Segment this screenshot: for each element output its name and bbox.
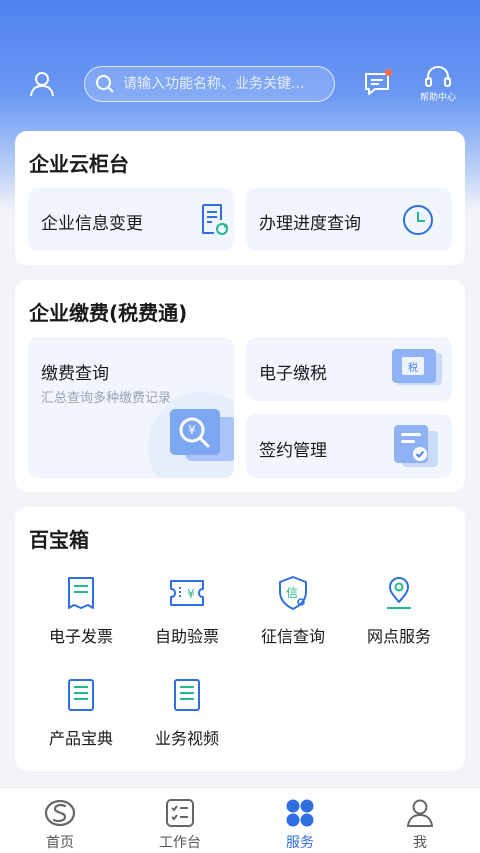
person-icon bbox=[406, 799, 434, 827]
bottom-tab-bar: 首页 工作台 服务 我 bbox=[0, 787, 480, 853]
checklist-icon bbox=[166, 799, 194, 827]
notification-dot bbox=[385, 69, 392, 76]
cloud-counter-card: 企业云柜台 企业信息变更 办理进度查询 bbox=[15, 131, 465, 265]
toolbox-item-branch-service[interactable]: 网点服务 bbox=[345, 573, 453, 647]
user-icon bbox=[30, 72, 54, 97]
product-book-icon bbox=[68, 679, 94, 711]
invoice-icon bbox=[68, 577, 94, 609]
bank-logo-icon bbox=[44, 799, 76, 827]
cloud-counter-title: 企业云柜台 bbox=[29, 152, 129, 176]
toolbox-item-product-guide[interactable]: 产品宝典 bbox=[27, 675, 135, 749]
tile-label: 办理进度查询 bbox=[259, 214, 361, 234]
help-center-button[interactable]: 帮助中心 bbox=[416, 62, 460, 106]
toolbox-title: 百宝箱 bbox=[29, 528, 89, 552]
toolbox-item-label: 网点服务 bbox=[366, 627, 431, 646]
video-doc-icon bbox=[174, 679, 200, 711]
toolbox-item-label: 电子发票 bbox=[48, 627, 113, 646]
toolbox-item-label: 自助验票 bbox=[154, 627, 219, 646]
tile-progress-query[interactable]: 办理进度查询 bbox=[246, 188, 452, 251]
location-pin-icon bbox=[387, 577, 411, 609]
tile-contract-management[interactable]: 签约管理 bbox=[246, 414, 452, 478]
toolbox-item-credit-query[interactable]: 信 征信查询 bbox=[239, 573, 347, 647]
search-icon bbox=[96, 75, 114, 93]
tab-label: 我 bbox=[413, 835, 427, 851]
toolbox-item-self-verify[interactable]: ¥ 自助验票 bbox=[133, 573, 241, 647]
tab-workbench[interactable]: 工作台 bbox=[120, 788, 240, 853]
tax-ticket-icon: 税 bbox=[392, 349, 442, 385]
svg-text:¥: ¥ bbox=[188, 423, 196, 437]
search-input[interactable] bbox=[123, 76, 323, 92]
help-center-label: 帮助中心 bbox=[419, 93, 456, 103]
yen-glyph: ¥ bbox=[187, 587, 195, 601]
tab-me[interactable]: 我 bbox=[360, 788, 480, 853]
toolbox-item-business-video[interactable]: 业务视频 bbox=[133, 675, 241, 749]
tile-label: 企业信息变更 bbox=[41, 214, 143, 234]
credit-glyph: 信 bbox=[286, 586, 298, 600]
tab-label: 首页 bbox=[46, 835, 74, 851]
profile-button[interactable] bbox=[24, 66, 60, 102]
credit-shield-icon: 信 bbox=[279, 576, 307, 610]
toolbox-item-label: 征信查询 bbox=[260, 627, 325, 646]
search-money-icon: ¥ bbox=[170, 409, 234, 461]
top-bar: 帮助中心 bbox=[0, 62, 480, 106]
toolbox-item-label: 产品宝典 bbox=[48, 729, 113, 748]
tab-label: 服务 bbox=[286, 835, 314, 851]
tile-electronic-tax[interactable]: 电子缴税 税 bbox=[246, 337, 452, 401]
payment-title: 企业缴费(税费通) bbox=[29, 301, 188, 325]
toolbox-card: 百宝箱 电子发票 ¥ 自助验票 信 征信查询 网点服务 产品宝典 业务视频 bbox=[15, 507, 465, 771]
tile-label: 签约管理 bbox=[259, 441, 327, 461]
tab-home[interactable]: 首页 bbox=[0, 788, 120, 853]
payment-card: 企业缴费(税费通) 缴费查询 汇总查询多种缴费记录 ¥ 电子缴税 税 签约管理 bbox=[15, 280, 465, 492]
tile-label: 缴费查询 bbox=[41, 364, 109, 384]
ticket-yen-icon: ¥ bbox=[170, 580, 204, 606]
tile-enterprise-info-change[interactable]: 企业信息变更 bbox=[28, 188, 234, 251]
tax-badge: 税 bbox=[408, 361, 418, 374]
contract-doc-icon bbox=[394, 425, 438, 467]
toolbox-item-invoice[interactable]: 电子发票 bbox=[27, 573, 135, 647]
grid-dots-icon bbox=[286, 799, 314, 827]
tile-subtitle: 汇总查询多种缴费记录 bbox=[41, 391, 172, 406]
search-bar[interactable] bbox=[84, 66, 335, 102]
messages-button[interactable] bbox=[360, 68, 394, 100]
clock-icon bbox=[403, 205, 433, 235]
tab-services[interactable]: 服务 bbox=[240, 788, 360, 853]
tile-payment-query[interactable]: 缴费查询 汇总查询多种缴费记录 ¥ bbox=[28, 337, 234, 478]
tile-label: 电子缴税 bbox=[259, 364, 327, 384]
headset-icon bbox=[425, 65, 451, 87]
toolbox-item-label: 业务视频 bbox=[154, 729, 219, 748]
document-refresh-icon bbox=[202, 204, 229, 235]
tab-label: 工作台 bbox=[159, 835, 201, 851]
